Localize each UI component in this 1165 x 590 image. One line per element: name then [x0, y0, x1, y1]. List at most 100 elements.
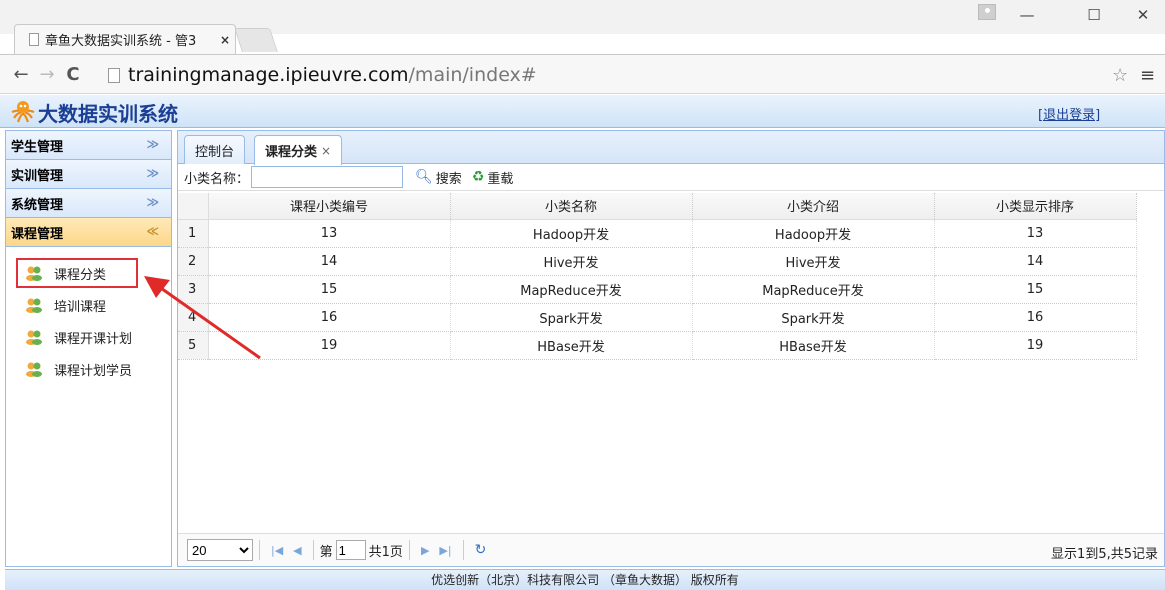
table-row[interactable]: 1 13 Hadoop开发 Hadoop开发 13: [178, 219, 1137, 248]
subcategory-name-input[interactable]: [251, 166, 404, 188]
table-row[interactable]: 4 16 Spark开发 Spark开发 16: [178, 303, 1137, 332]
tab-close-icon[interactable]: ×: [321, 144, 331, 158]
cell-order: 13: [934, 219, 1137, 248]
forward-arrow-icon[interactable]: →: [34, 64, 60, 85]
browser-tab-title: 章鱼大数据实训系统 - 管3: [45, 34, 197, 49]
browser-menu-icon[interactable]: ≡: [1140, 65, 1155, 86]
sidebar-section-student[interactable]: 学生管理 ≫: [6, 131, 171, 160]
chevron-down-icon[interactable]: ≫: [146, 195, 159, 209]
search-button[interactable]: 🔍︎ 搜索: [415, 168, 462, 187]
cell-order: 16: [934, 303, 1137, 332]
bookmark-star-icon[interactable]: ☆: [1112, 65, 1128, 86]
logout-link[interactable]: [退出登录]: [1038, 104, 1100, 123]
new-tab-button[interactable]: [234, 28, 278, 52]
last-page-icon[interactable]: ▶|: [439, 544, 451, 557]
table-row[interactable]: 5 19 HBase开发 HBase开发 19: [178, 331, 1137, 360]
content-tabs: 控制台 课程分类 ×: [178, 131, 1164, 165]
table-row[interactable]: 3 15 MapReduce开发 MapReduce开发 15: [178, 275, 1137, 304]
sidebar-section-system[interactable]: 系统管理 ≫: [6, 189, 171, 218]
url-field[interactable]: trainingmanage.ipieuvre.com/main/index#: [108, 61, 1108, 89]
page-icon: [108, 67, 120, 83]
next-page-icon[interactable]: ▶: [421, 544, 429, 557]
back-arrow-icon[interactable]: ←: [8, 64, 34, 85]
tab-label: 控制台: [195, 144, 235, 160]
cell-order: 14: [934, 247, 1137, 276]
annotation-arrow-icon: [144, 276, 261, 360]
sidebar-section-training[interactable]: 实训管理 ≫: [6, 160, 171, 189]
close-window-button[interactable]: ✕: [1121, 0, 1165, 30]
reload-icon: ♻: [471, 169, 485, 185]
sidebar-section-label: 课程管理: [11, 226, 64, 242]
row-number-header: [178, 193, 209, 220]
cell-order: 15: [934, 275, 1137, 304]
sidebar-section-course[interactable]: 课程管理 ≪: [6, 218, 171, 247]
page-prefix: 第: [319, 544, 333, 560]
cell-name: Hive开发: [450, 247, 693, 276]
users-icon: [26, 362, 42, 377]
reload-button[interactable]: ♻ 重载: [472, 168, 514, 187]
cell-desc: Hive开发: [692, 247, 935, 276]
page-size-select[interactable]: 20: [187, 539, 253, 561]
refresh-icon[interactable]: ↻: [475, 542, 487, 558]
table-row[interactable]: 2 14 Hive开发 Hive开发 14: [178, 247, 1137, 276]
browser-tab-close-button[interactable]: ×: [215, 33, 235, 47]
logout-link-text[interactable]: [退出登录]: [1038, 108, 1100, 123]
pager-info: 显示1到5,共5记录: [1051, 547, 1158, 562]
chevron-down-icon[interactable]: ≫: [146, 137, 159, 151]
prev-page-icon[interactable]: ◀: [293, 544, 301, 557]
chevron-up-icon[interactable]: ≪: [146, 224, 159, 238]
main-panel: 控制台 课程分类 × 小类名称： 🔍︎ 搜索 ♻ 重载 课程小类编号 小类名称 …: [177, 130, 1165, 567]
pager-divider: [312, 540, 314, 560]
row-number: 1: [178, 219, 209, 248]
maximize-button[interactable]: ☐: [1072, 0, 1116, 30]
field-label: 小类名称：: [184, 171, 250, 187]
copyright-text: 优选创新（北京）科技有限公司 （章鱼大数据） 版权所有: [431, 573, 739, 587]
column-header[interactable]: 小类名称: [450, 193, 693, 220]
cell-desc: MapReduce开发: [692, 275, 935, 304]
browser-tab-bar: 章鱼大数据实训系统 - 管3 × — ☐ ✕: [0, 0, 1165, 54]
page-total: 共1页: [368, 544, 403, 560]
user-profile-icon[interactable]: [978, 4, 996, 20]
octopus-logo-icon: [11, 101, 35, 123]
sidebar-item-label: 课程开课计划: [54, 331, 133, 347]
sidebar-item-label: 课程计划学员: [54, 363, 133, 379]
first-page-icon[interactable]: |◀: [271, 544, 283, 557]
cell-desc: Hadoop开发: [692, 219, 935, 248]
pager-divider: [259, 540, 260, 560]
tab-course-category[interactable]: 课程分类 ×: [254, 135, 343, 165]
cell-order: 19: [934, 331, 1137, 360]
address-bar: ← → C trainingmanage.ipieuvre.com/main/i…: [0, 54, 1165, 94]
app-header: 大数据实训系统 [退出登录]: [0, 95, 1165, 128]
column-header[interactable]: 课程小类编号: [208, 193, 451, 220]
minimize-button[interactable]: —: [1005, 0, 1049, 30]
pager-divider: [462, 540, 464, 560]
url-path: /main/index#: [408, 64, 537, 86]
cell-name: MapReduce开发: [450, 275, 693, 304]
cell-desc: Spark开发: [692, 303, 935, 332]
reload-button-label: 重载: [487, 171, 514, 187]
sidebar-section-label: 学生管理: [11, 139, 64, 155]
cell-desc: HBase开发: [692, 331, 935, 360]
sidebar-item-label: 培训课程: [54, 299, 107, 315]
app-title: 大数据实训系统: [38, 102, 178, 126]
cell-name: Hadoop开发: [450, 219, 693, 248]
table-header-row: 课程小类编号 小类名称 小类介绍 小类显示排序: [178, 193, 1137, 220]
page-number-input[interactable]: [335, 540, 366, 560]
page-icon: [29, 33, 39, 46]
url-host: trainingmanage.ipieuvre.com: [128, 64, 409, 86]
column-header[interactable]: 小类显示排序: [934, 193, 1137, 220]
tab-label: 课程分类: [265, 145, 318, 160]
column-header[interactable]: 小类介绍: [692, 193, 935, 220]
browser-tab[interactable]: 章鱼大数据实训系统 - 管3 ×: [14, 24, 236, 54]
footer: 优选创新（北京）科技有限公司 （章鱼大数据） 版权所有: [5, 569, 1165, 590]
cell-name: Spark开发: [450, 303, 693, 332]
sidebar-section-label: 实训管理: [11, 168, 64, 184]
sidebar-section-label: 系统管理: [11, 197, 64, 213]
tab-console[interactable]: 控制台: [184, 135, 246, 164]
pagination-bar: 20 |◀ ◀ 第 共1页 ▶ ▶| ↻ 显示1到5,共5记录: [178, 533, 1164, 566]
data-table: 课程小类编号 小类名称 小类介绍 小类显示排序 1 13 Hadoop开发 Ha…: [178, 193, 1137, 360]
sidebar-item-course-category[interactable]: 课程分类: [15, 257, 139, 289]
search-button-label: 搜索: [435, 171, 462, 187]
reload-icon[interactable]: C: [60, 64, 86, 85]
chevron-down-icon[interactable]: ≫: [146, 166, 159, 180]
